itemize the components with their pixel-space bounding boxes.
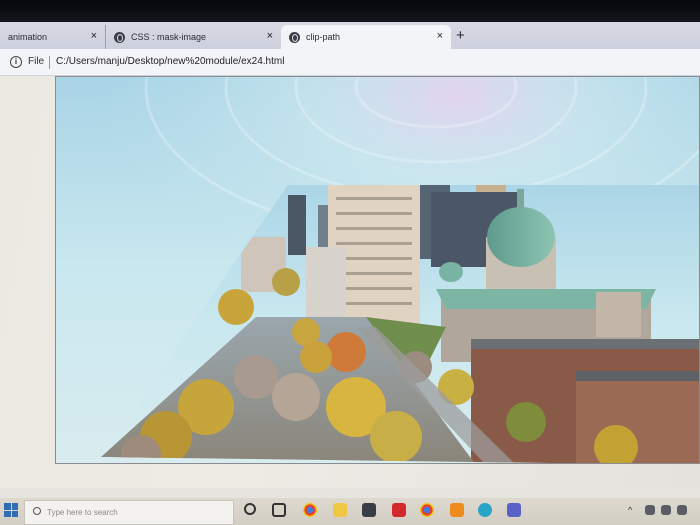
search-box[interactable]: Type here to search [24, 500, 234, 525]
taskbar: Type here to search ^ [0, 488, 700, 525]
close-icon[interactable]: × [437, 30, 443, 42]
teams-icon[interactable] [507, 503, 521, 517]
network-icon[interactable] [645, 505, 655, 515]
new-tab-button[interactable]: + [456, 27, 465, 44]
windows-start-icon[interactable] [4, 503, 18, 517]
chrome-icon[interactable] [303, 503, 317, 517]
close-icon[interactable]: × [267, 30, 273, 42]
info-icon[interactable]: i [10, 56, 22, 68]
store-icon[interactable] [362, 503, 376, 517]
netflix-icon[interactable] [392, 503, 406, 517]
globe-icon [114, 31, 125, 43]
tab-css-mask-image[interactable]: CSS : mask-image × [105, 25, 281, 49]
close-icon[interactable]: × [91, 30, 97, 42]
battery-icon[interactable] [661, 505, 671, 515]
search-placeholder: Type here to search [47, 508, 118, 517]
volume-icon[interactable] [677, 505, 687, 515]
chrome-icon[interactable] [420, 503, 434, 517]
page-content [0, 76, 700, 488]
scheme-label: File [28, 56, 45, 67]
divider [49, 56, 50, 69]
globe-icon [289, 31, 300, 43]
tab-label: animation [8, 32, 48, 42]
vlc-icon[interactable] [450, 503, 464, 517]
tab-label: CSS : mask-image [131, 32, 207, 42]
clip-path-demo-box [55, 76, 700, 464]
chevron-up-icon[interactable]: ^ [628, 505, 632, 515]
edge-icon[interactable] [478, 503, 492, 517]
tab-strip: animation × CSS : mask-image × clip-path… [0, 22, 700, 49]
tab-clip-path[interactable]: clip-path × [281, 25, 451, 49]
tab-label: clip-path [306, 32, 341, 42]
url-text[interactable]: C:/Users/manju/Desktop/new%20module/ex24… [56, 56, 284, 67]
file-explorer-icon[interactable] [333, 503, 347, 517]
tab-animation[interactable]: animation × [0, 25, 105, 49]
search-icon [33, 507, 41, 515]
cortana-icon[interactable] [244, 503, 256, 515]
clipped-city-image [56, 77, 699, 463]
address-bar[interactable]: i File C:/Users/manju/Desktop/new%20modu… [0, 49, 700, 76]
browser-window: animation × CSS : mask-image × clip-path… [0, 22, 700, 525]
task-view-icon[interactable] [272, 503, 286, 517]
